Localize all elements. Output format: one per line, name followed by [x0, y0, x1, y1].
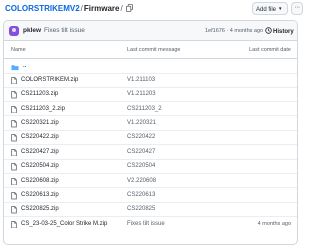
file-commit-message-link[interactable]: CS220613: [127, 189, 155, 202]
table-row[interactable]: CS211203.zip V1.211203: [4, 88, 297, 102]
commit-author[interactable]: pklew: [23, 27, 41, 35]
file-browser-panel: pklew Fixes tilt issue 1ef1676 · 4 month…: [3, 20, 298, 245]
history-button[interactable]: History: [265, 27, 294, 36]
file-name-link[interactable]: CS220504.zip: [21, 160, 59, 173]
file-name-link[interactable]: CS_23-03-25_Color Strike M.zip: [21, 218, 107, 231]
file-commit-message-link[interactable]: CS211203_2: [127, 103, 162, 116]
file-commit-message-link[interactable]: V2.220608: [127, 175, 156, 188]
history-icon: [265, 27, 272, 34]
commit-message[interactable]: Fixes tilt issue: [44, 27, 85, 35]
file-name-link[interactable]: CS220321.zip: [21, 117, 59, 130]
table-row[interactable]: CS220422.zip CS220422: [4, 131, 297, 146]
file-icon: [11, 120, 17, 128]
table-row[interactable]: CS_23-03-25_Color Strike M.zip Fixes tilt…: [4, 218, 297, 232]
breadcrumb-separator: /: [80, 4, 83, 13]
file-name-link[interactable]: CS220613.zip: [21, 189, 59, 202]
file-icon: [11, 76, 17, 85]
table-row[interactable]: COLORSTRIKEM.zip V1.211103: [4, 74, 297, 88]
parent-directory-row[interactable]: ..: [4, 60, 297, 74]
table-row[interactable]: CS211203_2.zip CS211203_2: [4, 103, 297, 117]
file-name-link[interactable]: CS220608.zip: [21, 175, 59, 188]
file-name-link[interactable]: COLORSTRIKEM.zip: [21, 74, 78, 87]
file-commit-message-link[interactable]: CS220825: [127, 203, 155, 216]
file-commit-message-link[interactable]: Fixes tilt issue: [127, 218, 165, 231]
file-commit-message-link[interactable]: CS220504: [127, 160, 155, 173]
history-label: History: [273, 29, 294, 35]
breadcrumb-current-folder: Firmware: [83, 4, 120, 13]
file-commit-message-link[interactable]: V1.211103: [127, 74, 155, 87]
chevron-down-icon: ▼: [278, 6, 283, 11]
file-name-link[interactable]: CS211203_2.zip: [21, 103, 65, 116]
table-row[interactable]: CS220321.zip V1.220321: [4, 117, 297, 131]
file-name-link[interactable]: CS220427.zip: [21, 146, 59, 159]
add-file-label: Add file: [256, 7, 277, 13]
breadcrumb-separator: /: [120, 4, 123, 13]
column-header-message: Last commit message: [127, 47, 181, 53]
parent-directory-link[interactable]: ..: [23, 60, 26, 73]
more-options-button[interactable]: ···: [291, 2, 303, 15]
file-icon: [11, 163, 17, 171]
copy-icon[interactable]: [125, 4, 133, 12]
file-name-link[interactable]: CS211203.zip: [21, 88, 58, 101]
avatar[interactable]: [9, 26, 19, 36]
file-commit-message-link[interactable]: V1.220321: [127, 117, 156, 130]
file-icon: [11, 206, 17, 214]
file-icon: [11, 177, 17, 185]
latest-commit-bar: pklew Fixes tilt issue 1ef1676 · 4 month…: [4, 21, 297, 41]
file-icon: [11, 220, 17, 229]
add-file-button[interactable]: Add file ▼: [252, 2, 288, 15]
file-commit-date: 4 months ago: [257, 220, 291, 227]
commit-hash-time[interactable]: 1ef1676 · 4 months ago: [205, 27, 263, 35]
file-icon: [11, 91, 17, 99]
table-row[interactable]: CS220613.zip CS220613: [4, 189, 297, 203]
file-icon: [11, 192, 17, 200]
table-row[interactable]: CS220427.zip CS220427: [4, 146, 297, 160]
table-row[interactable]: CS220608.zip V2.220608: [4, 175, 297, 189]
file-name-link[interactable]: CS220422.zip: [21, 131, 59, 144]
file-icon: [11, 148, 17, 157]
file-commit-message-link[interactable]: V1.211203: [127, 88, 156, 101]
table-row[interactable]: CS220825.zip CS220825: [4, 203, 297, 218]
breadcrumb: COLORSTRIKEMV2/Firmware/: [5, 4, 133, 14]
file-icon: [11, 134, 17, 142]
file-icon: [11, 105, 17, 113]
column-header-name: Name: [11, 47, 26, 53]
folder-icon: [11, 64, 19, 70]
file-name-link[interactable]: CS220825.zip: [21, 203, 59, 216]
file-commit-message-link[interactable]: CS220422: [127, 131, 155, 144]
table-row[interactable]: CS220504.zip CS220504: [4, 160, 297, 174]
top-bar: COLORSTRIKEMV2/Firmware/ Add file ▼ ···: [5, 0, 303, 17]
column-header-date: Last commit date: [249, 47, 291, 53]
breadcrumb-repo-link[interactable]: COLORSTRIKEMV2: [5, 4, 80, 13]
file-commit-message-link[interactable]: CS220427: [127, 146, 155, 159]
table-header: Name Last commit message Last commit dat…: [4, 41, 297, 59]
